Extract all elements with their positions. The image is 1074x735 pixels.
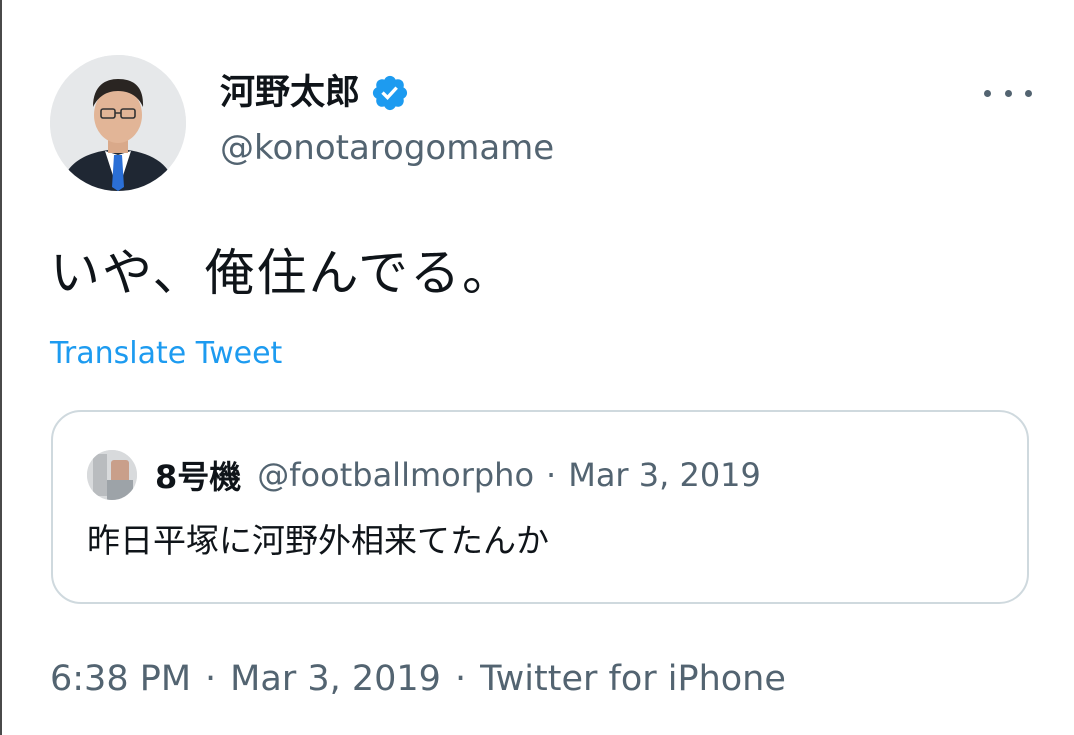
meta-separator: ·: [205, 659, 217, 699]
author-handle[interactable]: @konotarogomame: [220, 126, 554, 170]
quoted-author-avatar[interactable]: [87, 450, 137, 500]
quoted-tweet-text: 昨日平塚に河野外相来てたんか: [87, 521, 549, 560]
quoted-avatar-photo-icon: [87, 450, 137, 500]
tweet-time[interactable]: 6:38 PM: [50, 659, 191, 699]
quoted-tweet-card[interactable]: 8号機 @footballmorpho · Mar 3, 2019 昨日平塚に河…: [51, 410, 1029, 604]
left-divider: [0, 0, 2, 735]
quoted-author-name: 8号機: [155, 458, 242, 496]
quoted-author-handle: @footballmorpho: [257, 456, 535, 494]
author-avatar[interactable]: [50, 55, 186, 191]
profile-photo-icon: [50, 55, 186, 191]
author-name-row: 河野太郎: [220, 66, 410, 120]
quoted-tweet-header: 8号機 @footballmorpho · Mar 3, 2019: [87, 450, 761, 500]
tweet-source[interactable]: Twitter for iPhone: [480, 659, 786, 699]
meta-separator: ·: [454, 659, 467, 699]
tweet-text: いや、俺住んでる。: [50, 244, 514, 302]
tweet-date[interactable]: Mar 3, 2019: [230, 659, 441, 699]
author-display-name[interactable]: 河野太郎: [220, 75, 360, 111]
more-options-button[interactable]: [984, 78, 1032, 108]
translate-tweet-link[interactable]: Translate Tweet: [50, 334, 282, 374]
quoted-separator: ·: [546, 456, 557, 494]
quoted-date: Mar 3, 2019: [568, 456, 761, 494]
ellipsis-dot-icon: [1025, 89, 1032, 97]
verified-badge-icon: [370, 73, 410, 113]
tweet-meta: 6:38 PM · Mar 3, 2019 · Twitter for iPhone: [50, 655, 786, 703]
ellipsis-dot-icon: [984, 89, 991, 97]
ellipsis-dot-icon: [1004, 89, 1012, 97]
